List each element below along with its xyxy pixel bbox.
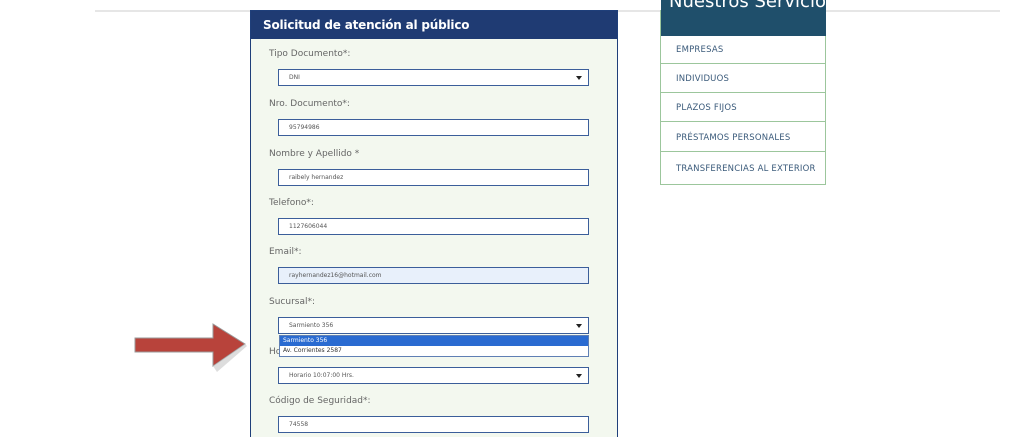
tipo-documento-label: Tipo Documento*:: [269, 49, 351, 59]
sucursal-option[interactable]: Av. Corrientes 2587: [280, 346, 588, 356]
telefono-input[interactable]: 1127606044: [278, 218, 589, 235]
sucursal-select[interactable]: Sarmiento 356: [278, 317, 589, 334]
services-title-text: Nuestros Servicios: [669, 0, 826, 12]
attention-request-form: Solicitud de atención al público Tipo Do…: [250, 10, 618, 437]
nombre-input[interactable]: raibely hernandez: [278, 169, 589, 186]
service-item-transferencias[interactable]: TRANSFERENCIAS AL EXTERIOR: [661, 155, 825, 183]
service-item-prestamos[interactable]: PRÉSTAMOS PERSONALES: [661, 124, 825, 152]
form-title: Solicitud de atención al público: [251, 11, 617, 39]
nombre-label: Nombre y Apellido *: [269, 149, 360, 159]
telefono-label: Telefono*:: [269, 198, 314, 208]
services-menu: Nuestros Servicios EMPRESAS INDIVIDUOS P…: [660, 0, 826, 185]
tipo-documento-select[interactable]: DNI: [278, 69, 589, 86]
sucursal-label: Sucursal*:: [269, 297, 316, 307]
services-title: Nuestros Servicios: [661, 0, 826, 36]
sucursal-option[interactable]: Sarmiento 356: [280, 336, 588, 346]
nro-documento-label: Nro. Documento*:: [269, 99, 350, 109]
red-arrow-icon: [134, 323, 247, 372]
sucursal-dropdown-list: Sarmiento 356 Av. Corrientes 2587: [279, 335, 589, 357]
codigo-input[interactable]: 74558: [278, 416, 589, 433]
email-label: Email*:: [269, 247, 302, 257]
email-input[interactable]: rayhernandez16@hotmail.com: [278, 267, 589, 284]
codigo-label: Código de Seguridad*:: [269, 396, 371, 406]
service-item-plazos-fijos[interactable]: PLAZOS FIJOS: [661, 94, 825, 122]
horario-select[interactable]: Horario 10:07:00 Hrs.: [278, 367, 589, 384]
service-item-empresas[interactable]: EMPRESAS: [661, 36, 825, 64]
nro-documento-input[interactable]: 95794986: [278, 119, 589, 136]
service-item-individuos[interactable]: INDIVIDUOS: [661, 65, 825, 93]
